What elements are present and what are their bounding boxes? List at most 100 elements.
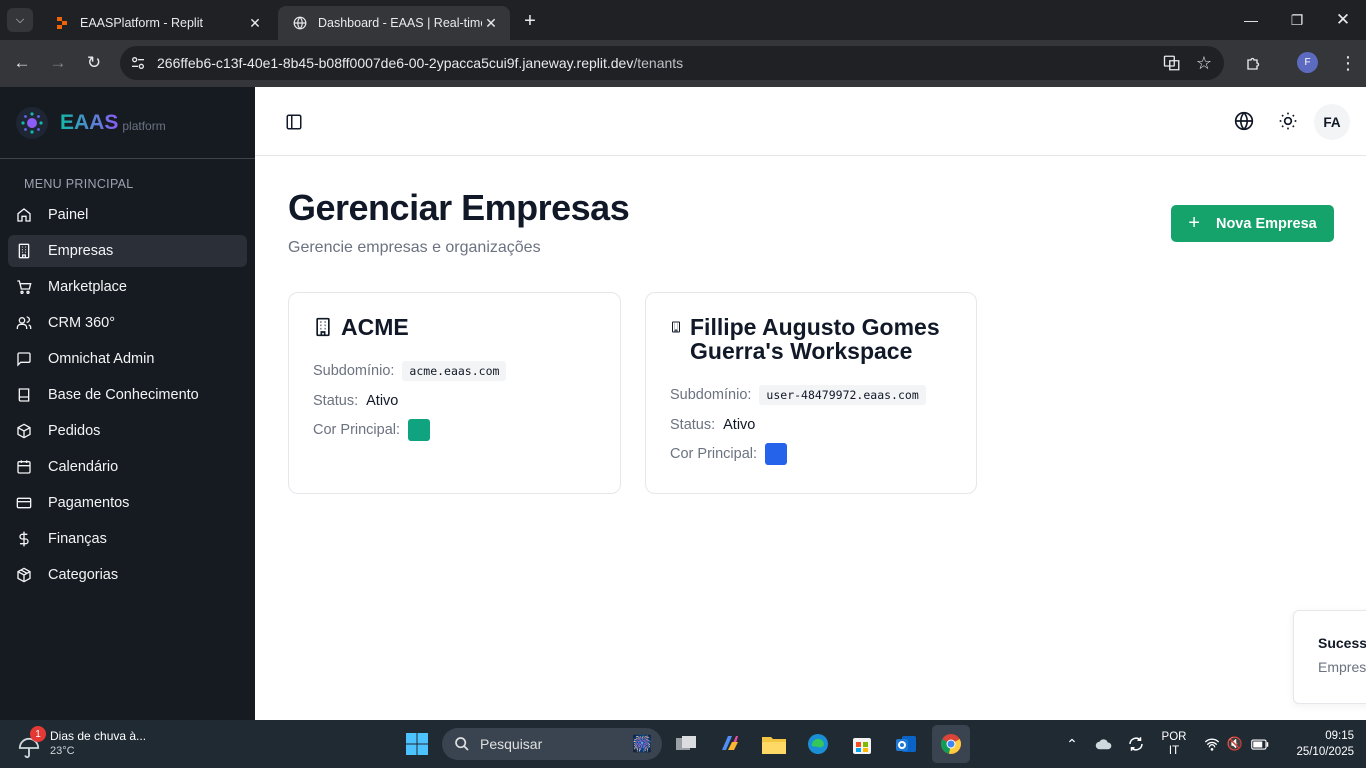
minimize-icon[interactable]: — [1228,0,1274,40]
dollar-icon [19,531,29,547]
taskbar-search[interactable]: Pesquisar 🎆 [442,728,662,760]
chrome-icon[interactable] [932,725,970,763]
sidebar-item-omnichat[interactable]: Omnichat Admin [8,343,247,375]
company-card[interactable]: Fillipe Augusto Gomes Guerra's Workspace… [645,292,977,494]
menu-section-title: MENU PRINCIPAL [24,177,134,191]
sidebar-item-empresas[interactable]: Empresas [8,235,247,267]
search-placeholder: Pesquisar [480,736,543,752]
sidebar-item-label: Marketplace [48,279,127,295]
sidebar-item-label: Empresas [48,243,114,259]
back-icon[interactable]: ← [10,51,34,75]
status-value: Ativo [723,417,756,433]
file-explorer-icon[interactable] [760,730,788,758]
page-title: Gerenciar Empresas [288,187,630,228]
sidebar-item-pedidos[interactable]: Pedidos [8,415,247,447]
profile-avatar[interactable]: F [1297,52,1318,73]
status-label: Status: [670,417,716,433]
tab-search-icon[interactable]: ⌵ [7,8,33,32]
browser-menu-icon[interactable]: ⋮ [1336,51,1360,75]
windows-start-icon[interactable] [405,732,429,756]
page-header: Gerenciar Empresas Gerencie empresas e o… [288,187,630,257]
close-window-icon[interactable]: ✕ [1320,0,1366,40]
new-tab-icon[interactable]: + [518,9,542,33]
language-indicator[interactable]: POR IT [1156,720,1192,768]
success-toast[interactable]: Sucess Empres [1293,610,1366,704]
store-icon[interactable] [848,730,876,758]
chevron-up-icon[interactable]: ⌃ [1062,720,1082,768]
building-icon [18,243,30,259]
sidebar: EAAS platform MENU PRINCIPAL Painel Empr… [0,87,255,720]
tab-dashboard[interactable]: Dashboard - EAAS | Real-time E ✕ [278,6,510,40]
color-row: Cor Principal: [313,419,596,441]
weather-badge: 1 [30,726,46,742]
weather-temp: 23°C [50,745,75,757]
sidebar-item-label: Pedidos [48,423,101,439]
app-root: EAAS platform MENU PRINCIPAL Painel Empr… [0,87,1366,720]
lang-line2: IT [1168,745,1180,757]
volume-muted-icon[interactable]: 🔇 [1225,720,1245,768]
edge-icon[interactable] [804,730,832,758]
brand: EAAS platform [0,87,255,159]
site-info-icon[interactable] [130,55,152,71]
new-company-button-label: Nova Empresa [1215,215,1317,232]
system-clock[interactable]: 09:15 25/10/2025 [1280,728,1354,760]
book-icon [18,388,30,402]
reload-icon[interactable]: ↻ [82,51,106,75]
subdomain-label: Subdomínio: [313,363,395,379]
tab-replit[interactable]: EAASPlatform - Replit ✕ [40,6,274,40]
sync-icon[interactable] [1126,720,1146,768]
clock-date: 25/10/2025 [1296,746,1354,758]
clock-time: 09:15 [1325,730,1354,742]
forward-icon[interactable]: → [46,51,70,75]
page-subtitle: Gerencie empresas e organizações [288,239,541,256]
sidebar-item-label: Base de Conhecimento [48,387,199,403]
url-text: 266ffeb6-c13f-40e1-8b45-b08ff0007de6-00-… [157,55,684,71]
sidebar-item-label: CRM 360° [48,315,116,331]
extensions-icon[interactable] [1242,51,1266,75]
building-icon [316,317,330,337]
sidebar-item-label: Omnichat Admin [48,351,155,367]
sidebar-item-base-conhecimento[interactable]: Base de Conhecimento [8,379,247,411]
subdomain-row: Subdomínio: acme.eaas.com [313,361,596,381]
brand-name: EAAS [60,110,119,134]
close-tab-icon[interactable]: ✕ [482,15,500,32]
weather-text: Dias de chuva à... [50,729,147,743]
address-bar[interactable]: 266ffeb6-c13f-40e1-8b45-b08ff0007de6-00-… [120,46,1224,80]
sidebar-item-categorias[interactable]: Categorias [8,559,247,591]
bookmark-star-icon[interactable]: ☆ [1192,51,1216,75]
sidebar-item-pagamentos[interactable]: Pagamentos [8,487,247,519]
language-globe-icon[interactable] [1234,111,1254,131]
subdomain-value: user-48479972.eaas.com [759,385,926,405]
weather-widget[interactable]: 1 Dias de chuva à... 23°C [16,726,166,761]
sidebar-item-calendario[interactable]: Calendário [8,451,247,483]
package-icon [17,423,31,439]
building-icon [672,321,680,333]
search-icon [455,737,469,751]
browser-tab-strip: ⌵ EAASPlatform - Replit ✕ Dashboard - EA… [0,0,1366,40]
brand-logo-icon [16,106,48,139]
translate-icon[interactable] [1160,51,1184,75]
sidebar-item-crm[interactable]: CRM 360° [8,307,247,339]
close-tab-icon[interactable]: ✕ [246,15,264,32]
cart-icon [17,280,32,294]
sidebar-item-marketplace[interactable]: Marketplace [8,271,247,303]
battery-icon[interactable] [1249,720,1271,768]
sidebar-item-painel[interactable]: Painel [8,199,247,231]
color-swatch [765,443,788,465]
user-avatar[interactable]: FA [1314,104,1350,140]
status-label: Status: [313,393,359,409]
status-row: Status: Ativo [313,393,596,409]
task-view-icon[interactable] [672,730,700,758]
new-company-button[interactable]: + Nova Empresa [1171,205,1334,242]
m365-icon[interactable] [716,730,744,758]
color-row: Cor Principal: [670,443,952,465]
restore-icon[interactable]: ❐ [1274,0,1320,40]
outlook-icon[interactable] [892,730,920,758]
sidebar-item-financas[interactable]: Finanças [8,523,247,555]
sidebar-item-label: Finanças [48,531,107,547]
onedrive-icon[interactable] [1094,720,1114,768]
wifi-icon[interactable] [1202,720,1222,768]
company-card[interactable]: ACME Subdomínio: acme.eaas.com Status: A… [288,292,621,494]
theme-sun-icon[interactable] [1278,111,1298,131]
sidebar-toggle-icon[interactable] [285,113,303,131]
